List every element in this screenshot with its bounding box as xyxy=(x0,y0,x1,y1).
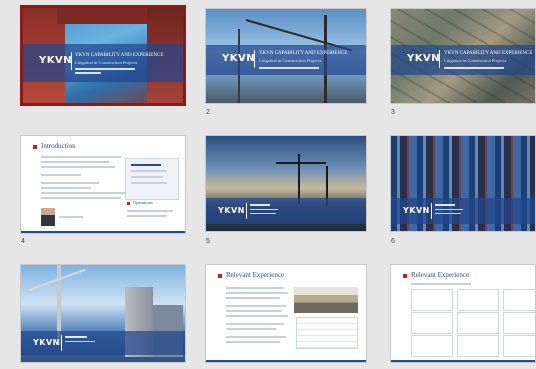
experience-card xyxy=(411,312,453,334)
person-photo xyxy=(41,208,55,226)
slide-number-2: 2 xyxy=(206,109,210,116)
experience-card xyxy=(411,289,453,311)
slide-number-5: 5 xyxy=(206,238,210,245)
ykvn-logo: YKVN xyxy=(33,338,60,347)
text-line xyxy=(226,292,288,294)
slide-1-finetext xyxy=(75,68,135,70)
text-line xyxy=(41,161,109,163)
text-line xyxy=(226,310,282,312)
slide-7-finetext xyxy=(65,336,87,338)
slide-thumbnail-7[interactable]: YKVN xyxy=(20,264,186,363)
slide-5-finetext xyxy=(250,204,270,206)
ykvn-logo: YKVN xyxy=(39,55,73,66)
slide-4-heading: Introduction xyxy=(41,142,76,150)
text-line xyxy=(41,174,81,176)
side-heading-marker xyxy=(127,202,130,205)
text-line xyxy=(127,215,167,217)
slide-thumbnail-3[interactable]: YKVN YKVN CAPABILITY AND EXPERIENCE Liti… xyxy=(390,8,536,104)
text-line xyxy=(41,187,91,189)
text-line xyxy=(41,166,115,168)
logo-divider xyxy=(439,50,440,68)
slide-thumbnail-4[interactable]: Introduction Operations xyxy=(20,135,186,234)
text-line xyxy=(41,156,121,158)
slide-footer-bar xyxy=(206,360,366,362)
text-line xyxy=(226,315,288,317)
text-line xyxy=(131,182,167,184)
project-photo xyxy=(294,287,358,313)
ykvn-logo: YKVN xyxy=(218,206,245,215)
data-table xyxy=(296,317,358,349)
slide-footer-bar xyxy=(21,231,185,233)
slide-1-subtitle: Litigation in Construction Projects xyxy=(75,60,138,65)
slide-footer-bar xyxy=(391,360,535,362)
slide-6-finetext-2 xyxy=(435,209,463,210)
ykvn-logo: YKVN xyxy=(222,53,256,64)
slide-thumbnail-1[interactable]: YKVN YKVN CAPABILITY AND EXPERIENCE Liti… xyxy=(20,5,186,106)
text-line xyxy=(226,341,280,343)
slide-4-side-heading: Operations xyxy=(133,200,153,205)
logo-divider xyxy=(254,50,255,68)
slide-2-title: YKVN CAPABILITY AND EXPERIENCE xyxy=(259,51,348,56)
ykvn-logo: YKVN xyxy=(407,53,441,64)
experience-card xyxy=(503,289,535,311)
text-line xyxy=(59,216,83,218)
experience-card xyxy=(457,335,499,357)
text-line xyxy=(226,336,286,338)
logo-divider xyxy=(431,203,432,219)
slide-3-subtitle: Litigation in Construction Projects xyxy=(444,58,507,63)
experience-card xyxy=(503,312,535,334)
heading-marker xyxy=(218,274,222,278)
slide-number-3: 3 xyxy=(391,109,395,116)
text-line xyxy=(131,176,163,178)
slide-6-finetext xyxy=(435,204,455,206)
text-line xyxy=(226,297,280,299)
slide-5-finetext-3 xyxy=(250,213,276,214)
slide-2-finetext xyxy=(259,67,319,69)
crane-jib xyxy=(276,162,326,164)
experience-card xyxy=(503,335,535,357)
text-line xyxy=(127,210,173,212)
text-line xyxy=(131,164,161,166)
heading-marker xyxy=(33,145,37,149)
experience-card xyxy=(457,312,499,334)
heading-marker xyxy=(403,274,407,278)
experience-card xyxy=(457,289,499,311)
slide-1-title: YKVN CAPABILITY AND EXPERIENCE xyxy=(75,53,164,58)
text-line xyxy=(131,170,167,172)
text-line xyxy=(41,197,121,199)
text-line xyxy=(411,283,471,285)
slide-thumbnail-2[interactable]: YKVN YKVN CAPABILITY AND EXPERIENCE Liti… xyxy=(205,8,367,104)
logo-divider xyxy=(71,52,72,70)
slide-number-6: 6 xyxy=(391,238,395,245)
slide-1-finetext-2 xyxy=(75,72,101,74)
slide-8-heading: Relevant Experience xyxy=(226,271,285,279)
slide-6-finetext-3 xyxy=(435,213,461,214)
slide-thumbnail-8[interactable]: Relevant Experience xyxy=(205,264,367,363)
slide-7-finetext-2 xyxy=(65,341,95,342)
text-line xyxy=(226,323,284,325)
slide-thumbnail-6[interactable]: YKVN xyxy=(390,135,536,232)
logo-divider xyxy=(61,335,62,351)
logo-divider xyxy=(246,203,247,219)
slide-5-finetext-2 xyxy=(250,209,278,210)
slide-3-title: YKVN CAPABILITY AND EXPERIENCE xyxy=(444,51,533,56)
ykvn-logo: YKVN xyxy=(403,206,430,215)
text-line xyxy=(41,182,99,184)
text-line xyxy=(226,305,286,307)
slide-number-4: 4 xyxy=(21,238,25,245)
experience-card xyxy=(411,335,453,357)
text-line xyxy=(226,328,276,330)
text-line xyxy=(226,287,284,289)
text-line xyxy=(41,192,129,194)
slide-9-heading: Relevant Experience xyxy=(411,271,470,279)
slide-thumbnail-5[interactable]: YKVN xyxy=(205,135,367,232)
slide-thumbnail-9[interactable]: Relevant Experience xyxy=(390,264,536,363)
slide-3-finetext xyxy=(444,67,504,69)
slide-2-subtitle: Litigation in Construction Projects xyxy=(259,58,322,63)
